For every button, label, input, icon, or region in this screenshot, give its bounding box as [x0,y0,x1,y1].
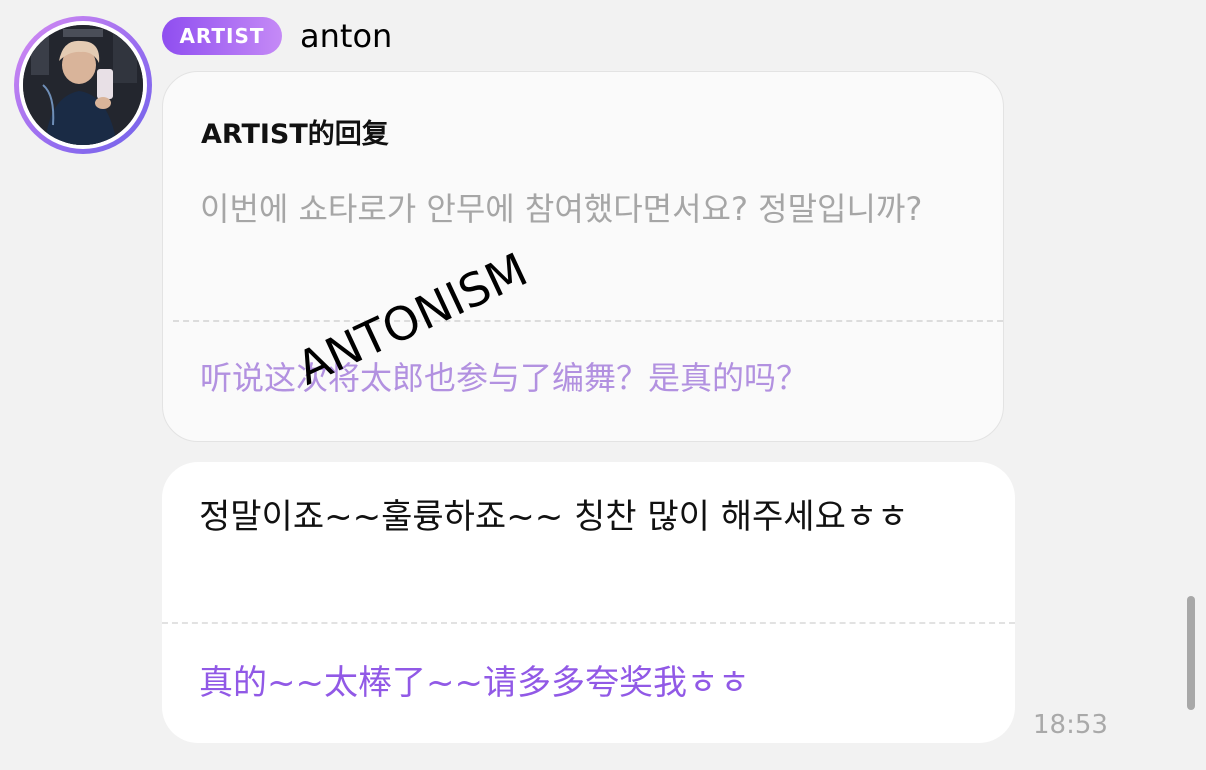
artist-name[interactable]: anton [300,14,392,58]
message-divider [162,622,1015,624]
profile-photo-graphic [23,25,143,145]
message-original-text: 정말이죠~~훌륭하죠~~ 칭찬 많이 해주세요ㅎㅎ [199,497,909,537]
reply-card[interactable]: ARTIST的回复 이번에 쇼타로가 안무에 참여했다면서요? 정말입니까? 听… [162,71,1004,442]
artist-badge: ARTIST [162,17,282,55]
reply-translation-text: 听说这次将太郎也参与了编舞？是真的吗？ [200,359,809,397]
reply-original-text: 이번에 쇼타로가 안무에 참여했다면서요? 정말입니까? [200,190,923,228]
profile-photo-icon [23,25,143,145]
message-timestamp: 18:53 [1033,710,1108,740]
avatar[interactable] [14,16,152,154]
reply-title: ARTIST的回复 [201,119,389,150]
scrollbar-thumb[interactable] [1187,596,1195,710]
message-translation-text: 真的~~太棒了~~请多多夸奖我ㅎㅎ [199,663,750,703]
message-bubble[interactable]: 정말이죠~~훌륭하죠~~ 칭찬 많이 해주세요ㅎㅎ 真的~~太棒了~~请多多夸奖… [162,462,1015,743]
reply-divider [173,320,1003,322]
